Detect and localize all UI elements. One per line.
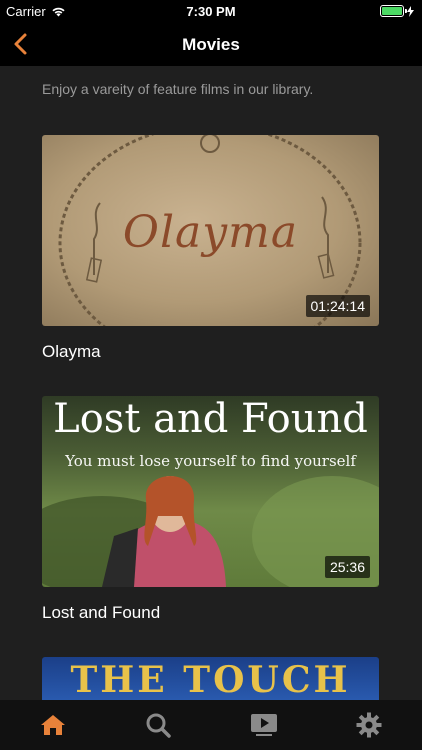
- page-title: Movies: [182, 35, 240, 54]
- screen: Carrier 7:30 PM Movies Enjoy a vareity o…: [0, 0, 422, 750]
- movie-title[interactable]: Lost and Found: [42, 603, 379, 623]
- movie-card-olayma[interactable]: Olayma 01:24:14 Olayma: [42, 135, 379, 362]
- search-icon: [146, 713, 171, 738]
- tab-videos[interactable]: [244, 705, 284, 745]
- charging-bolt-icon: [407, 5, 414, 17]
- movie-card-lost-and-found[interactable]: Lost and Found You must lose yourself to…: [42, 396, 379, 623]
- status-right: [380, 5, 414, 17]
- thumbnail-title: THE TOUCH: [70, 659, 351, 700]
- movie-thumbnail[interactable]: Olayma 01:24:14: [42, 135, 379, 326]
- movie-card-the-touch[interactable]: THE TOUCH: [42, 657, 379, 700]
- tab-home[interactable]: [33, 705, 73, 745]
- home-icon: [40, 715, 65, 735]
- intro-text: Enjoy a vareity of feature films in our …: [42, 81, 314, 97]
- movie-thumbnail[interactable]: THE TOUCH: [42, 657, 379, 700]
- movie-title[interactable]: Olayma: [42, 342, 379, 362]
- battery-icon: [380, 5, 407, 17]
- movie-thumbnail[interactable]: Lost and Found You must lose yourself to…: [42, 396, 379, 587]
- status-time: 7:30 PM: [186, 4, 236, 19]
- movie-list[interactable]: Enjoy a vareity of feature films in our …: [0, 66, 422, 700]
- thumbnail-tagline: You must lose yourself to find yourself: [65, 452, 356, 470]
- video-icon: [250, 714, 277, 736]
- thumbnail-title: Lost and Found: [53, 396, 368, 442]
- status-bar: Carrier 7:30 PM: [0, 0, 422, 22]
- tab-search[interactable]: [138, 705, 178, 745]
- tab-bar: [0, 700, 422, 750]
- nav-bar: Movies: [0, 22, 422, 66]
- duration-badge: 25:36: [324, 556, 370, 578]
- tab-settings[interactable]: [349, 705, 389, 745]
- gear-icon: [356, 712, 382, 738]
- duration-badge: 01:24:14: [305, 295, 370, 317]
- thumbnail-logo: Olayma: [122, 207, 299, 258]
